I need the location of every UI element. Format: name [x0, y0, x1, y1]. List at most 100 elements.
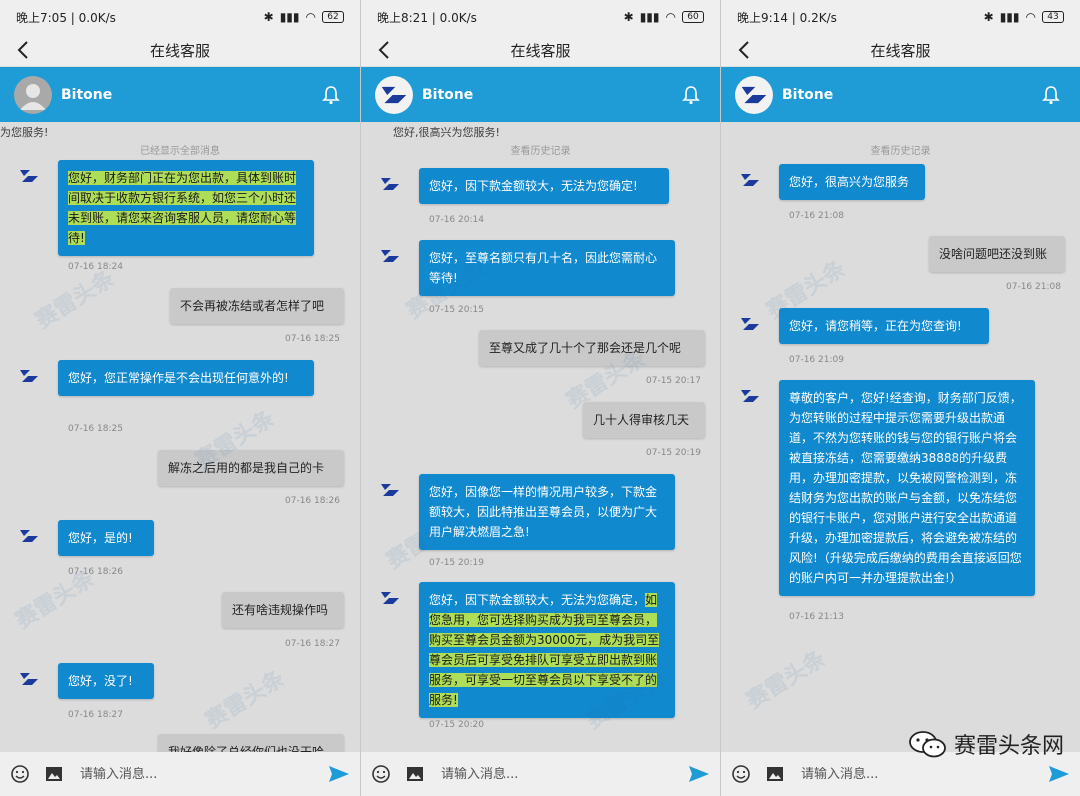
message-time: 07-16 21:08: [1006, 282, 1061, 292]
back-icon[interactable]: [735, 39, 755, 61]
system-message: 为您服务!: [0, 126, 49, 139]
message-list[interactable]: 查看历史记录 您好，很高兴为您服务 07-16 21:08 没啥问题吧还没到账 …: [721, 122, 1080, 752]
message-list[interactable]: 为您服务! 已经显示全部消息 您好，财务部门正在为您出款，具体到账时间取决于收款…: [0, 122, 360, 752]
page-title: 在线客服: [510, 41, 571, 60]
message-bubble: 我好像除了总经你们也没干哈: [158, 734, 344, 752]
wifi-icon: ◠: [305, 10, 316, 24]
wifi-icon: ◠: [665, 10, 676, 24]
message-bubble: 您好，财务部门正在为您出款，具体到账时间取决于收款方银行系统，如您三个小时还未到…: [58, 160, 314, 256]
emoji-icon[interactable]: [731, 764, 751, 784]
message-time: 07-15 20:15: [429, 305, 484, 315]
title-bar: 在线客服: [361, 34, 720, 66]
emoji-icon[interactable]: [10, 764, 30, 784]
status-bar: 晚上9:14 | 0.2K/s ✱ ▮▮▮ ◠ 43: [721, 0, 1080, 34]
back-icon[interactable]: [14, 39, 34, 61]
message-time: 07-16 18:27: [285, 639, 340, 649]
image-icon[interactable]: [405, 764, 425, 784]
input-bar: [0, 752, 360, 796]
send-icon[interactable]: [688, 764, 710, 784]
status-icons: ✱ ▮▮▮ ◠ 60: [624, 10, 704, 24]
agent-logo-icon: [381, 250, 399, 262]
system-message: 您好,很高兴为您服务!: [393, 126, 500, 139]
message-time: 07-16 18:26: [68, 567, 123, 577]
signal-icon: ▮▮▮: [999, 10, 1020, 24]
message-bubble: 您好，因下款金额较大，无法为您确定，如您急用，您可选择购买成为我司至尊会员，购买…: [419, 582, 675, 718]
message-time: 07-16 18:24: [68, 262, 123, 272]
battery-icon: 62: [322, 11, 344, 23]
history-link[interactable]: 查看历史记录: [361, 142, 720, 157]
avatar[interactable]: [14, 75, 52, 114]
message-input[interactable]: [80, 766, 300, 782]
bluetooth-icon: ✱: [623, 10, 634, 24]
bell-icon[interactable]: [1042, 85, 1060, 105]
message-time: 07-15 20:17: [646, 376, 701, 386]
brand-watermark: 赛雷头条网: [908, 728, 1064, 760]
chat-header: Bitone: [0, 67, 360, 122]
message-bubble: 您好，至尊名额只有几十名，因此您需耐心等待!: [419, 240, 675, 296]
agent-logo-icon: [20, 170, 38, 182]
bluetooth-icon: ✱: [983, 10, 994, 24]
message-bubble: 尊敬的客户，您好!经查询，财务部门反馈，为您转账的过程中提示您需要升级出款通道，…: [779, 380, 1035, 596]
message-bubble: 不会再被冻结或者怎样了吧: [170, 288, 344, 324]
page-title: 在线客服: [149, 41, 210, 60]
agent-logo-icon: [741, 390, 759, 402]
message-bubble: 您好，您正常操作是不会出现任何意外的!: [58, 360, 314, 396]
chat-header: Bitone: [721, 67, 1080, 122]
chat-header: Bitone: [361, 67, 720, 122]
status-time: 晚上7:05 | 0.0K/s: [16, 10, 116, 25]
history-link[interactable]: 查看历史记录: [721, 142, 1080, 157]
agent-logo-icon: [381, 178, 399, 190]
avatar[interactable]: [375, 75, 413, 114]
user-icon: [20, 83, 46, 110]
avatar[interactable]: [735, 75, 773, 114]
signal-icon: ▮▮▮: [279, 10, 300, 24]
message-input[interactable]: [801, 766, 1021, 782]
chat-panel-2: 晚上8:21 | 0.0K/s ✱ ▮▮▮ ◠ 60 在线客服 Bitone 您…: [360, 0, 720, 796]
message-bubble: 没啥问题吧还没到账: [929, 236, 1065, 272]
chat-name: Bitone: [782, 86, 834, 103]
agent-logo-icon: [381, 484, 399, 496]
watermark: 赛雷头条: [742, 646, 831, 715]
brand-text: 赛雷头条网: [953, 734, 1064, 759]
page-title: 在线客服: [870, 41, 931, 60]
message-time: 07-15 20:20: [429, 720, 484, 730]
status-bar: 晚上8:21 | 0.0K/s ✱ ▮▮▮ ◠ 60: [361, 0, 720, 34]
bell-icon[interactable]: [322, 85, 340, 105]
watermark: 赛雷头条: [31, 266, 120, 335]
message-bubble: 您好，没了!: [58, 663, 154, 699]
agent-logo-icon: [20, 530, 38, 542]
chat-panel-1: 晚上7:05 | 0.0K/s ✱ ▮▮▮ ◠ 62 在线客服 Bitone 为…: [0, 0, 360, 796]
bitone-logo-icon: [741, 86, 767, 103]
history-notice: 已经显示全部消息: [140, 146, 220, 157]
message-list[interactable]: 您好,很高兴为您服务! 查看历史记录 您好，因下款金额较大，无法为您确定! 07…: [361, 122, 720, 752]
battery-icon: 60: [682, 11, 704, 23]
bitone-logo-icon: [381, 86, 407, 103]
message-bubble: 您好，因像您一样的情况用户较多，下款金额较大，因此特推出至尊会员，以便为广大用户…: [419, 474, 675, 550]
bell-icon[interactable]: [682, 85, 700, 105]
message-time: 07-16 18:25: [285, 334, 340, 344]
chat-name: Bitone: [61, 86, 113, 103]
message-time: 07-16 21:09: [789, 355, 844, 365]
wifi-icon: ◠: [1025, 10, 1036, 24]
image-icon[interactable]: [765, 764, 785, 784]
status-icons: ✱ ▮▮▮ ◠ 43: [984, 10, 1064, 24]
message-input[interactable]: [441, 766, 661, 782]
emoji-icon[interactable]: [371, 764, 391, 784]
message-time: 07-16 20:14: [429, 215, 484, 225]
image-icon[interactable]: [44, 764, 64, 784]
back-icon[interactable]: [375, 39, 395, 61]
title-bar: 在线客服: [0, 34, 360, 66]
message-bubble: 至尊又成了几十个了那会还是几个呢: [479, 330, 705, 366]
message-bubble: 您好，是的!: [58, 520, 154, 556]
message-bubble: 几十人得审核几天: [583, 402, 705, 438]
send-icon[interactable]: [328, 764, 350, 784]
message-time: 07-15 20:19: [646, 448, 701, 458]
send-icon[interactable]: [1048, 764, 1070, 784]
status-time: 晚上8:21 | 0.0K/s: [377, 10, 477, 25]
message-bubble: 您好，很高兴为您服务: [779, 164, 925, 200]
title-bar: 在线客服: [721, 34, 1080, 66]
status-time: 晚上9:14 | 0.2K/s: [737, 10, 837, 25]
wechat-icon: [909, 731, 946, 758]
status-bar: 晚上7:05 | 0.0K/s ✱ ▮▮▮ ◠ 62: [0, 0, 360, 34]
message-bubble: 您好，请您稍等，正在为您查询!: [779, 308, 989, 344]
